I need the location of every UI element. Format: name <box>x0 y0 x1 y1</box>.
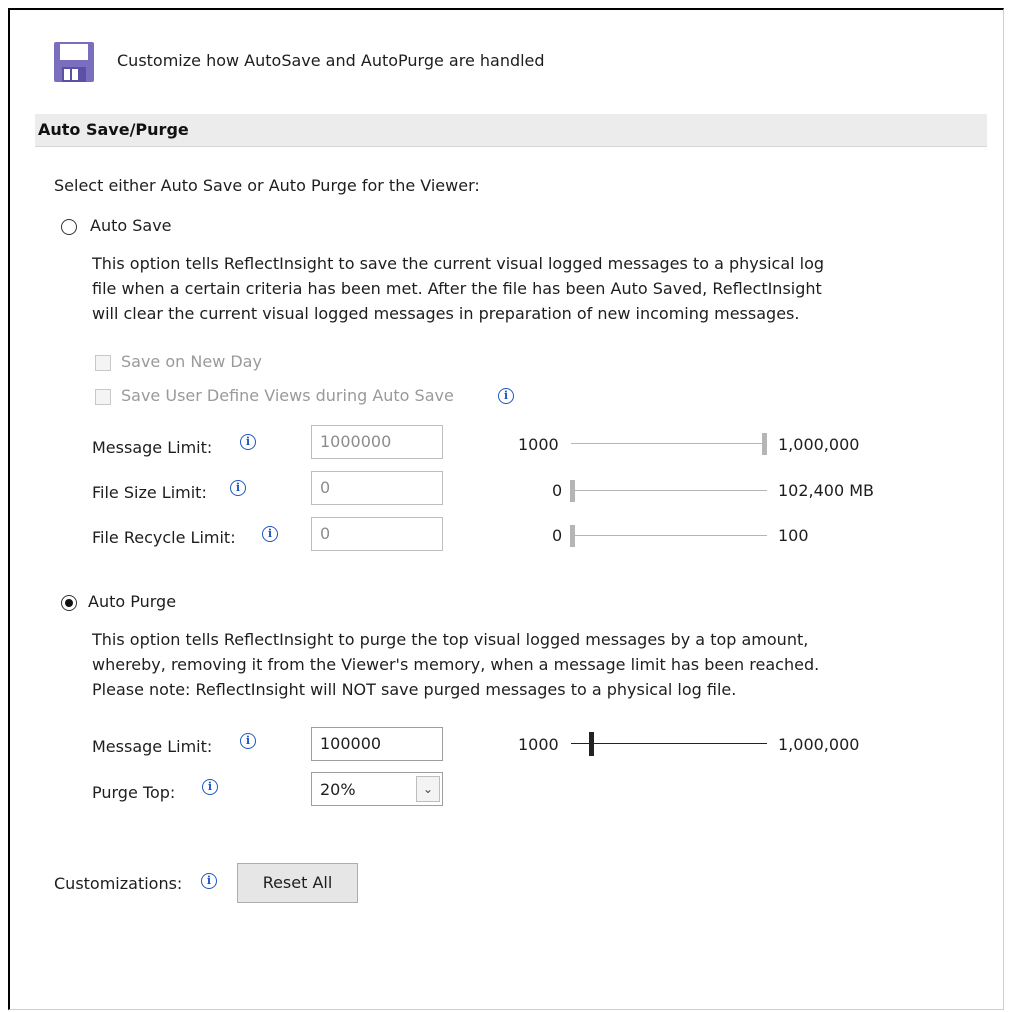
auto-purge-description-line: whereby, removing it from the Viewer's m… <box>92 655 820 674</box>
auto-purge-description-line: This option tells ReflectInsight to purg… <box>92 630 809 649</box>
save-user-views-checkbox[interactable] <box>95 389 111 405</box>
auto-purge-radio[interactable] <box>61 595 77 611</box>
file-recycle-slider-track[interactable] <box>570 535 767 536</box>
file-size-limit-input[interactable]: 0 <box>311 471 443 505</box>
file-size-limit-label: File Size Limit: <box>92 483 207 502</box>
message-limit-slider-track[interactable] <box>571 443 767 444</box>
floppy-disk-icon <box>54 42 94 82</box>
save-on-new-day-label[interactable]: Save on New Day <box>121 352 262 371</box>
info-icon[interactable]: i <box>262 526 278 542</box>
slider-max-label: 1,000,000 <box>778 435 860 454</box>
purge-message-limit-slider-thumb[interactable] <box>589 732 594 756</box>
info-icon[interactable]: i <box>230 480 246 496</box>
slider-min-label: 1000 <box>518 735 559 754</box>
info-icon[interactable]: i <box>202 779 218 795</box>
info-icon[interactable]: i <box>498 388 514 404</box>
file-recycle-limit-input[interactable]: 0 <box>311 517 443 551</box>
intro-text: Select either Auto Save or Auto Purge fo… <box>54 176 480 195</box>
auto-save-radio[interactable] <box>61 219 77 235</box>
auto-purge-label[interactable]: Auto Purge <box>88 592 176 611</box>
message-limit-input[interactable]: 1000000 <box>311 425 443 459</box>
slider-min-label: 1000 <box>518 435 559 454</box>
auto-purge-description: This option tells ReflectInsight to purg… <box>92 627 819 702</box>
message-limit-label: Message Limit: <box>92 737 213 756</box>
slider-min-label: 0 <box>552 481 563 500</box>
settings-panel <box>8 8 1004 1010</box>
file-size-slider-thumb[interactable] <box>570 480 575 502</box>
message-limit-label: Message Limit: <box>92 438 213 457</box>
file-recycle-slider-thumb[interactable] <box>570 525 575 547</box>
slider-max-label: 102,400 MB <box>778 481 875 500</box>
info-icon[interactable]: i <box>201 873 217 889</box>
auto-save-description-line: This option tells ReflectInsight to save… <box>92 254 825 273</box>
purge-top-label: Purge Top: <box>92 783 176 802</box>
file-size-slider-track[interactable] <box>570 490 767 491</box>
auto-save-description-line: will clear the current visual logged mes… <box>92 304 800 323</box>
customizations-label: Customizations: <box>54 874 183 893</box>
purge-message-limit-slider-track[interactable] <box>571 743 767 744</box>
reset-all-button[interactable]: Reset All <box>237 863 358 903</box>
file-recycle-limit-label: File Recycle Limit: <box>92 528 236 547</box>
auto-save-description-line: file when a certain criteria has been me… <box>92 279 822 298</box>
message-limit-slider-thumb[interactable] <box>762 433 767 455</box>
header-description: Customize how AutoSave and AutoPurge are… <box>117 51 545 70</box>
purge-top-value: 20% <box>320 780 356 799</box>
section-header: Auto Save/Purge <box>35 114 987 147</box>
auto-save-description: This option tells ReflectInsight to save… <box>92 251 824 326</box>
save-user-views-label[interactable]: Save User Define Views during Auto Save <box>121 386 454 405</box>
auto-save-label[interactable]: Auto Save <box>90 216 172 235</box>
slider-min-label: 0 <box>552 526 563 545</box>
save-on-new-day-checkbox[interactable] <box>95 355 111 371</box>
purge-message-limit-input[interactable]: 100000 <box>311 727 443 761</box>
purge-top-select[interactable]: 20% ⌄ <box>311 772 443 806</box>
section-title: Auto Save/Purge <box>38 120 189 139</box>
auto-purge-description-line: Please note: ReflectInsight will NOT sav… <box>92 680 737 699</box>
slider-max-label: 1,000,000 <box>778 735 860 754</box>
info-icon[interactable]: i <box>240 733 256 749</box>
slider-max-label: 100 <box>778 526 809 545</box>
chevron-down-icon[interactable]: ⌄ <box>416 776 440 802</box>
info-icon[interactable]: i <box>240 434 256 450</box>
